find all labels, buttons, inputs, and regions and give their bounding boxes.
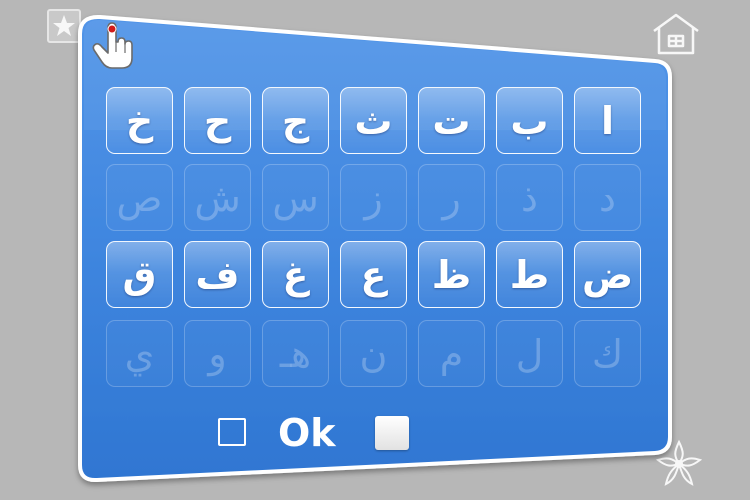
checked-checkbox[interactable] bbox=[375, 416, 409, 450]
letter-key[interactable]: ب bbox=[496, 87, 563, 154]
letter-key: ص bbox=[106, 164, 173, 231]
letter-key[interactable]: ث bbox=[340, 87, 407, 154]
ok-button[interactable]: Ok bbox=[278, 410, 336, 456]
letter-key[interactable]: ق bbox=[106, 241, 173, 308]
letter-key: ن bbox=[340, 320, 407, 387]
letter-key: ل bbox=[496, 320, 563, 387]
letter-key[interactable]: ت bbox=[418, 87, 485, 154]
letter-key: م bbox=[418, 320, 485, 387]
letter-key: س bbox=[262, 164, 329, 231]
letter-key[interactable]: ض bbox=[574, 241, 641, 308]
letter-key[interactable]: ج bbox=[262, 87, 329, 154]
hand-pointer-icon bbox=[92, 22, 133, 69]
letter-key: ك bbox=[574, 320, 641, 387]
letter-key[interactable]: ع bbox=[340, 241, 407, 308]
letter-key: ز bbox=[340, 164, 407, 231]
letter-key[interactable]: ظ bbox=[418, 241, 485, 308]
letter-key[interactable]: ف bbox=[184, 241, 251, 308]
letter-key: ر bbox=[418, 164, 485, 231]
letter-key[interactable]: ح bbox=[184, 87, 251, 154]
letter-key: ش bbox=[184, 164, 251, 231]
letter-key[interactable]: غ bbox=[262, 241, 329, 308]
letter-key: د bbox=[574, 164, 641, 231]
unchecked-checkbox[interactable] bbox=[218, 418, 246, 446]
letter-key: هـ bbox=[262, 320, 329, 387]
letter-key: ذ bbox=[496, 164, 563, 231]
letter-key[interactable]: ط bbox=[496, 241, 563, 308]
letter-key[interactable]: ا bbox=[574, 87, 641, 154]
letter-key: و bbox=[184, 320, 251, 387]
letter-key[interactable]: خ bbox=[106, 87, 173, 154]
letter-key: ي bbox=[106, 320, 173, 387]
